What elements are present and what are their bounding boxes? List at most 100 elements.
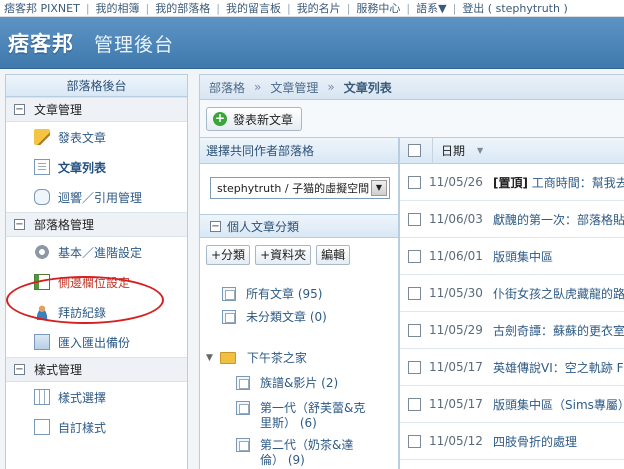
top-separator: | xyxy=(406,1,411,15)
folder-icon xyxy=(219,351,236,364)
folder-label: 下午茶之家 xyxy=(246,351,307,365)
edit-category-button[interactable]: 編輯 xyxy=(316,245,351,265)
breadcrumb: 部落格 » 文章管理 » 文章列表 xyxy=(199,74,624,100)
top-separator: | xyxy=(145,1,150,15)
sidebar-item-new-post[interactable]: 發表文章 xyxy=(6,122,187,152)
row-checkbox[interactable] xyxy=(408,212,421,226)
add-category-button[interactable]: +分類 xyxy=(206,245,251,265)
row-checkbox[interactable] xyxy=(408,360,421,374)
pinned-tag: [置頂] xyxy=(493,175,528,190)
sidebar-item-settings[interactable]: 基本／進階設定 xyxy=(6,237,187,267)
top-link-service-center[interactable]: 服務中心 xyxy=(356,0,400,16)
personal-category-heading[interactable]: − 個人文章分類 xyxy=(200,214,398,238)
pixnet-logo[interactable]: 痞客邦 xyxy=(8,28,74,58)
table-row[interactable]: 11/06/01 版頭集中區 xyxy=(400,238,624,275)
sidebar-item-label: 樣式選擇 xyxy=(58,390,107,405)
row-title-text: 獻醜的第一次：部落格貼圖 xyxy=(493,212,624,227)
section-label: 部落格管理 xyxy=(34,218,95,232)
category-label: 所有文章 (95) xyxy=(246,287,323,301)
pages-icon xyxy=(236,438,250,452)
comment-bubble-icon xyxy=(34,189,50,205)
row-checkbox[interactable] xyxy=(408,249,421,263)
dropdown-arrow-icon[interactable]: ▼ xyxy=(371,180,387,196)
sidebar-item-article-list[interactable]: 文章列表 xyxy=(6,152,187,182)
collapse-toggle-icon[interactable]: − xyxy=(14,364,25,375)
row-title-link[interactable]: 版頭集中區（Sims專屬） xyxy=(493,396,624,413)
category-family-tree[interactable]: 族譜&影片 (2) xyxy=(236,376,386,391)
table-row[interactable]: 11/05/29 古劍奇譚：蘇蘇的更衣室 xyxy=(400,312,624,349)
category-uncategorized[interactable]: 未分類文章 (0) xyxy=(222,310,327,325)
row-title-text: 版頭集中區（Sims專屬） xyxy=(493,397,624,412)
top-link-albums[interactable]: 我的相簿 xyxy=(96,0,140,16)
category-first-generation[interactable]: 第一代（舒芙蕾&克里斯） (6) xyxy=(236,401,368,431)
pages-icon xyxy=(236,376,250,390)
category-second-generation[interactable]: 第二代（奶茶&達倫） (9) xyxy=(236,438,368,468)
row-date: 11/05/26 xyxy=(429,175,483,189)
page-icon xyxy=(34,159,50,175)
row-date: 11/05/29 xyxy=(429,323,483,337)
row-date: 11/05/30 xyxy=(429,286,483,300)
row-title-link[interactable]: 英雄傳說VI：空之軌跡 FC xyxy=(493,359,624,376)
top-link-profile-card[interactable]: 我的名片 xyxy=(297,0,341,16)
top-link-blog[interactable]: 我的部落格 xyxy=(155,0,210,16)
collapse-toggle-icon[interactable]: − xyxy=(210,220,221,232)
section-label: 文章管理 xyxy=(34,103,83,117)
table-row[interactable]: 11/06/03 獻醜的第一次：部落格貼圖 xyxy=(400,201,624,238)
category-label: 第一代（舒芙蕾&克里斯） (6) xyxy=(260,401,366,430)
add-folder-button[interactable]: +資料夾 xyxy=(255,245,312,265)
row-title-link[interactable]: 仆街女孩之臥虎藏龍的路人 xyxy=(493,285,624,302)
section-style-management[interactable]: − 樣式管理 xyxy=(6,357,187,382)
row-title-link[interactable]: 四肢骨折的處理 xyxy=(493,433,577,450)
coauthor-blog-select[interactable]: stephytruth / 子猫的虛擬空間 ▼ xyxy=(210,177,390,199)
select-value: stephytruth / 子猫的虛擬空間 xyxy=(217,182,370,195)
sidebar-item-style-select[interactable]: 樣式選擇 xyxy=(6,382,187,412)
top-link-logout[interactable]: 登出 ( stephytruth ) xyxy=(462,0,567,16)
sidebar-item-label: 匯入匯出備份 xyxy=(58,335,131,350)
table-row[interactable]: 11/05/30 仆街女孩之臥虎藏龍的路人 xyxy=(400,275,624,312)
row-checkbox[interactable] xyxy=(408,434,421,448)
category-label: 未分類文章 (0) xyxy=(246,310,327,324)
row-checkbox[interactable] xyxy=(408,323,421,337)
sort-arrow-icon[interactable]: ▼ xyxy=(477,146,483,155)
breadcrumb-item-article-management[interactable]: 文章管理 xyxy=(270,79,318,96)
sidebar-item-import-export[interactable]: 匯入匯出備份 xyxy=(6,327,187,357)
folder-afternoon-tea[interactable]: ▼ 下午茶之家 xyxy=(206,349,307,366)
app-header: 痞客邦 管理後台 xyxy=(0,17,624,69)
table-row[interactable]: 11/05/17 版頭集中區（Sims專屬） xyxy=(400,386,624,423)
row-title-text: 英雄傳說VI：空之軌跡 FC xyxy=(493,360,624,375)
top-link-language[interactable]: 語系▼ xyxy=(416,0,446,16)
sidebar-item-comments[interactable]: 迴響／引用管理 xyxy=(6,182,187,212)
category-button-group: +分類 +資料夾 編輯 xyxy=(206,245,351,265)
sidebar-title: 部落格後台 xyxy=(6,75,187,97)
collapse-toggle-icon[interactable]: − xyxy=(14,219,25,230)
breadcrumb-item-blog[interactable]: 部落格 xyxy=(209,79,245,96)
new-post-button[interactable]: + 發表新文章 xyxy=(206,107,303,131)
section-blog-management[interactable]: − 部落格管理 xyxy=(6,212,187,237)
table-row[interactable]: 11/05/12 四肢骨折的處理 xyxy=(400,423,624,460)
grid-icon xyxy=(34,389,50,405)
sidebar-item-custom-style[interactable]: 自訂樣式 xyxy=(6,412,187,442)
row-title-text: 四肢骨折的處理 xyxy=(493,434,578,449)
row-title-link[interactable]: 古劍奇譚：蘇蘇的更衣室 xyxy=(493,322,624,339)
pages-icon xyxy=(236,401,250,415)
row-title-link[interactable]: [置頂] 工商時間：幫我去投票吧 xyxy=(493,174,624,191)
collapse-toggle-icon[interactable]: − xyxy=(14,104,25,115)
row-date: 11/05/17 xyxy=(429,360,483,374)
select-all-checkbox[interactable] xyxy=(408,144,421,157)
top-link-pixnet[interactable]: 痞客邦 PIXNET xyxy=(4,0,80,16)
row-checkbox[interactable] xyxy=(408,286,421,300)
row-checkbox[interactable] xyxy=(408,175,421,189)
table-row[interactable]: 11/05/17 英雄傳說VI：空之軌跡 FC xyxy=(400,349,624,386)
expand-triangle-icon[interactable]: ▼ xyxy=(206,353,213,363)
date-column-header[interactable]: 日期 xyxy=(432,138,465,164)
category-label: 第二代（奶茶&達倫） (9) xyxy=(260,438,354,467)
section-article-management[interactable]: − 文章管理 xyxy=(6,97,187,122)
row-checkbox[interactable] xyxy=(408,397,421,411)
category-all-posts[interactable]: 所有文章 (95) xyxy=(222,287,322,302)
table-row[interactable]: 11/05/26 [置頂] 工商時間：幫我去投票吧 xyxy=(400,164,624,201)
top-link-guestbook[interactable]: 我的留言板 xyxy=(226,0,281,16)
row-title-link[interactable]: 獻醜的第一次：部落格貼圖 xyxy=(493,211,624,228)
row-title-link[interactable]: 版頭集中區 xyxy=(493,248,553,265)
row-date: 11/05/12 xyxy=(429,434,483,448)
breadcrumb-item-current: 文章列表 xyxy=(343,80,392,95)
